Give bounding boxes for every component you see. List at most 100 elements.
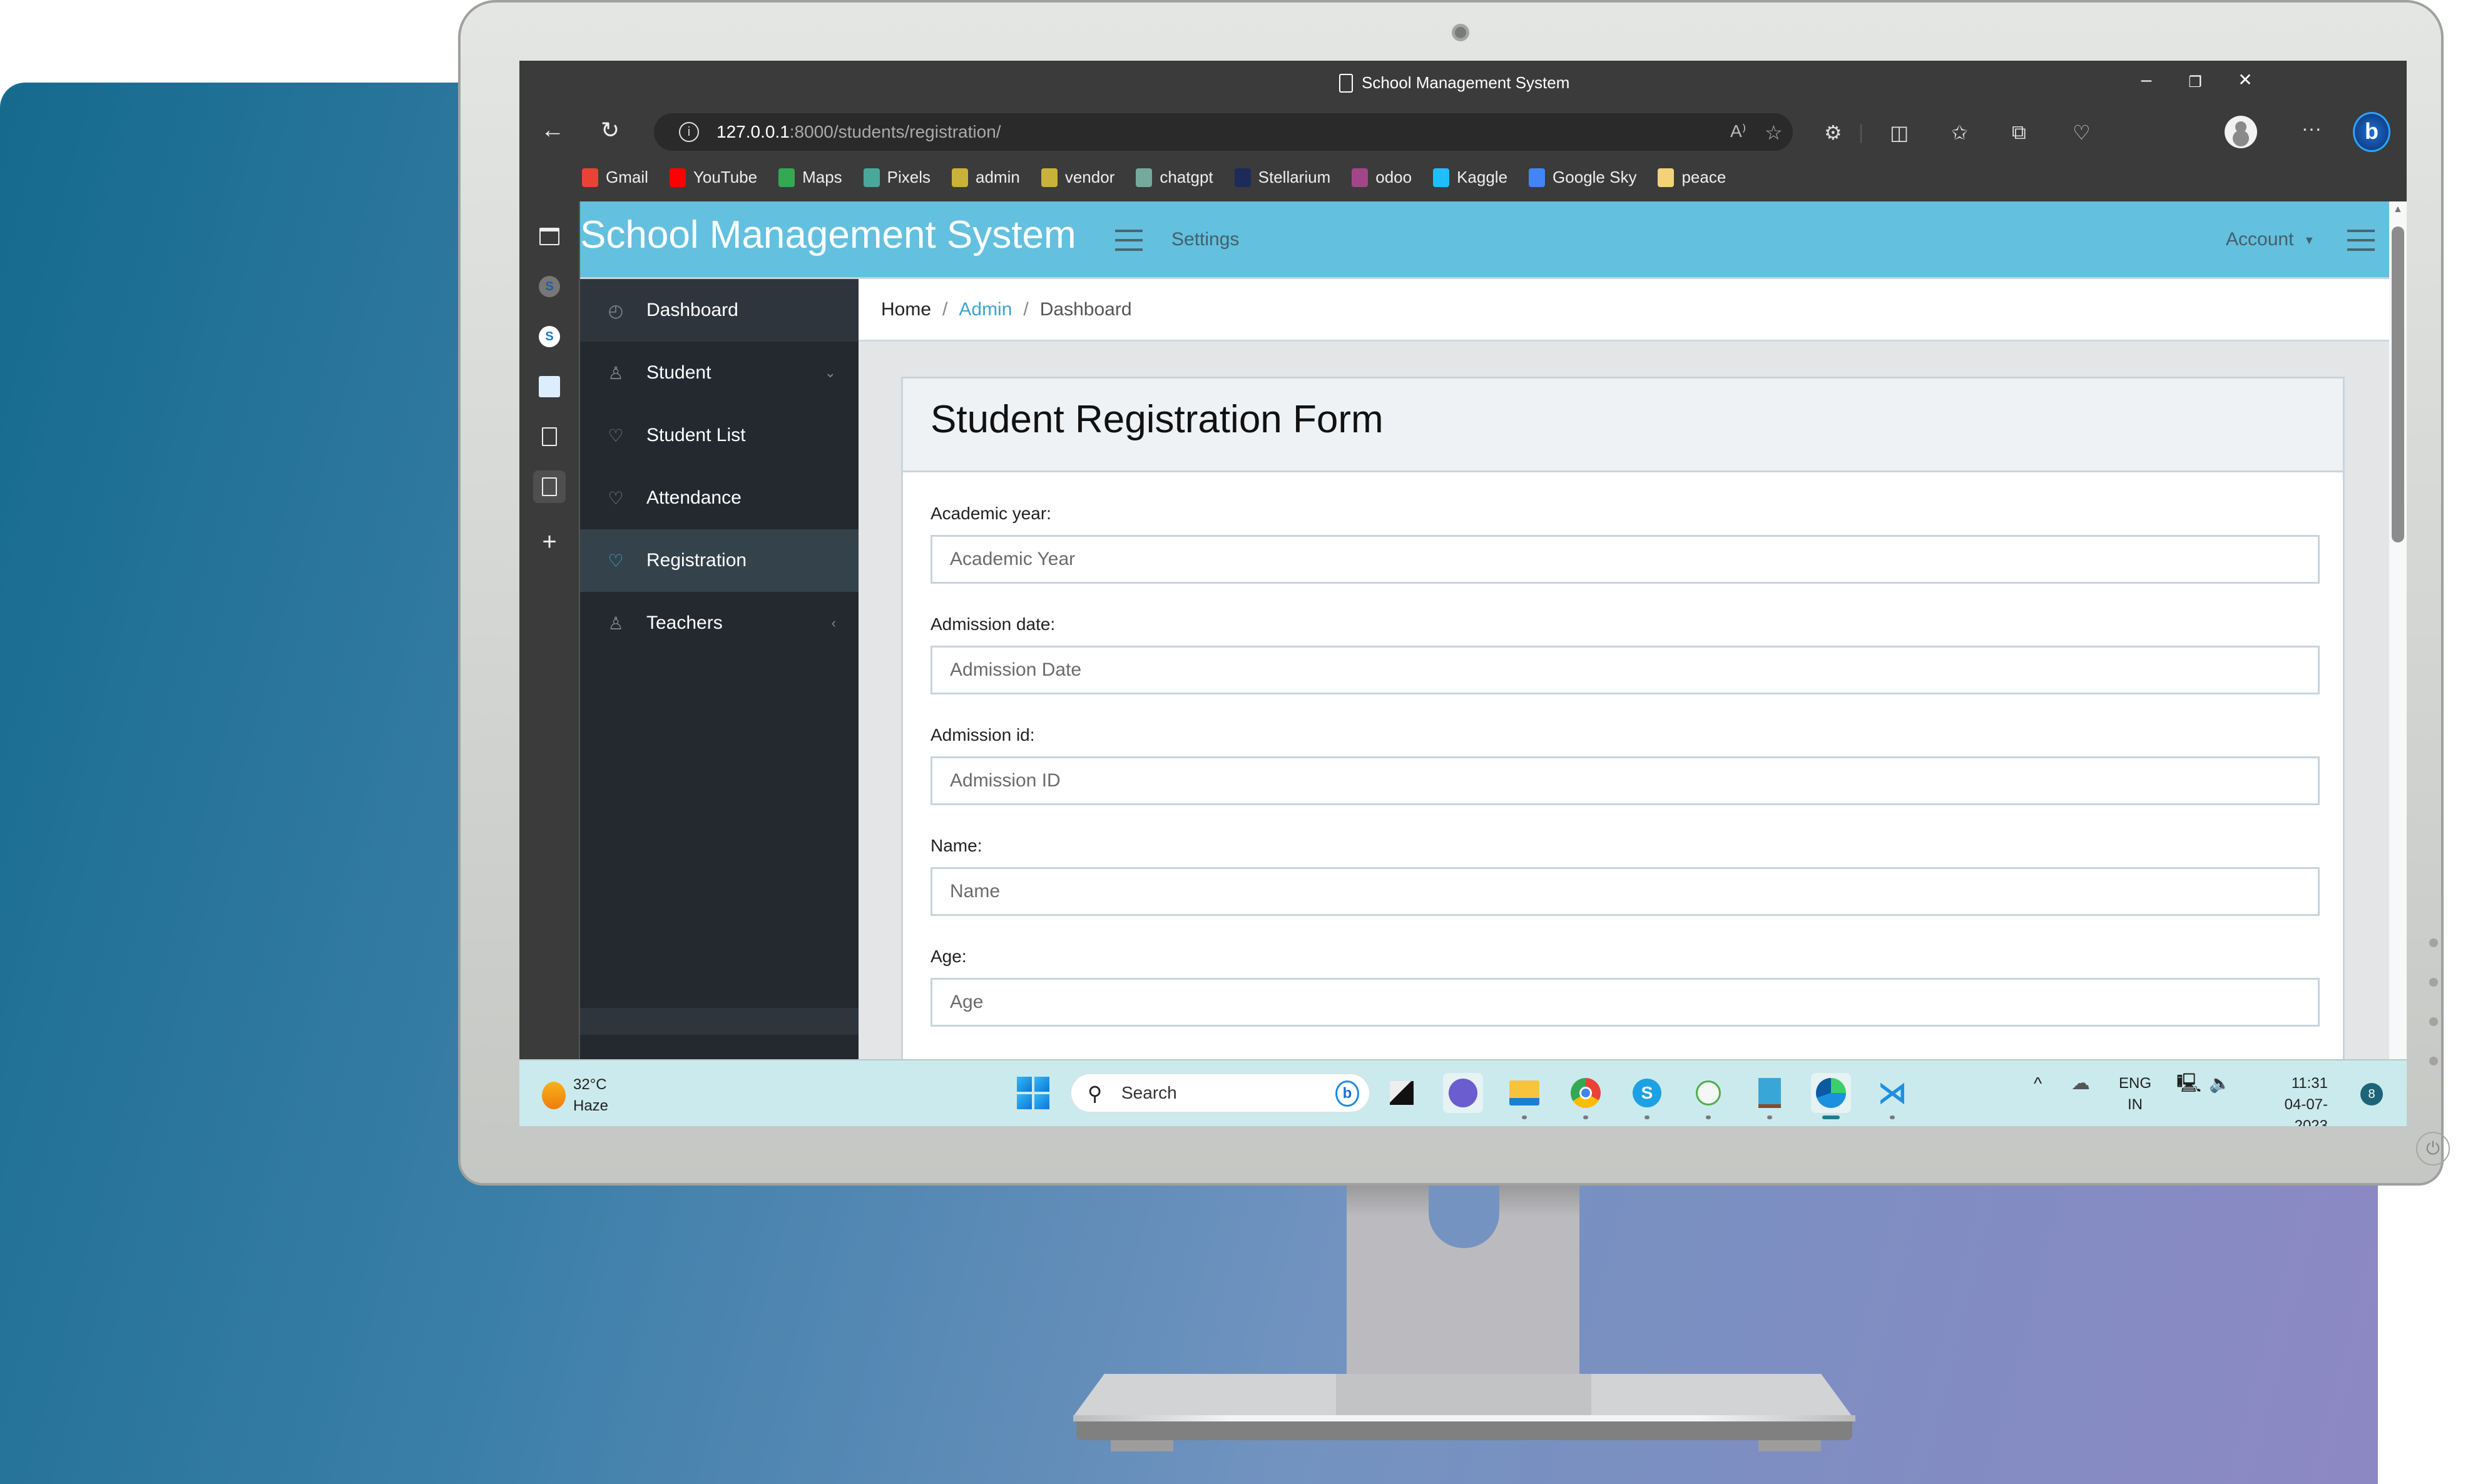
webcam-icon <box>1452 24 1469 41</box>
tab-s-site[interactable]: S <box>533 270 566 303</box>
bing-icon[interactable]: b <box>1335 1080 1359 1107</box>
settings-link[interactable]: Settings <box>1171 229 1239 250</box>
split-screen-icon[interactable]: ◫ <box>1890 121 1909 145</box>
clock-app-icon[interactable] <box>1688 1073 1728 1119</box>
weather-temp: 32°C <box>573 1076 607 1093</box>
notification-badge[interactable]: 8 <box>2360 1083 2383 1105</box>
more-icon[interactable]: ··· <box>2302 117 2322 140</box>
weather-widget[interactable]: 32°C Haze <box>542 1074 608 1117</box>
chevron-down-icon[interactable]: ⌄ <box>825 365 836 381</box>
tray-chevron-icon[interactable]: ^ <box>2034 1073 2042 1094</box>
read-aloud-icon[interactable]: A⁾ <box>1730 121 1746 141</box>
vertical-tab-strip: S S + <box>519 201 580 1120</box>
bookmark-label: vendor <box>1064 168 1115 186</box>
academic-year-input[interactable] <box>931 535 2320 584</box>
notepad-icon[interactable] <box>1750 1073 1790 1119</box>
bookmark-admin[interactable]: admin <box>952 168 1020 187</box>
bookmark-google-sky[interactable]: Google Sky <box>1529 168 1636 187</box>
tab-web-app[interactable] <box>533 370 566 403</box>
bookmark-youtube[interactable]: YouTube <box>669 168 758 187</box>
bookmark-stellarium[interactable]: Stellarium <box>1234 168 1330 187</box>
minimize-button[interactable]: – <box>2128 69 2165 91</box>
url-text[interactable]: 127.0.0.1:8000/students/registration/ <box>716 122 1001 142</box>
bookmark-gmail[interactable]: Gmail <box>582 168 648 187</box>
tab-page[interactable] <box>533 420 566 453</box>
taskbar-search[interactable]: ⚲ Search b <box>1070 1073 1370 1113</box>
s-site-icon: S <box>539 276 560 297</box>
power-icon[interactable]: ⏻ <box>2416 1132 2450 1166</box>
bookmark-pixels[interactable]: Pixels <box>863 168 931 187</box>
bookmark-kaggle[interactable]: Kaggle <box>1433 168 1507 187</box>
breadcrumb-separator: / <box>1023 298 1029 320</box>
bookmark-favicon-icon <box>778 168 795 187</box>
windows-start-icon[interactable] <box>1017 1077 1049 1109</box>
new-tab-icon[interactable]: + <box>533 526 566 558</box>
admission-date-input[interactable] <box>931 646 2320 694</box>
site-info-icon[interactable]: i <box>679 122 699 142</box>
sidebar-item-dashboard[interactable]: ◴ Dashboard <box>580 279 859 342</box>
bookmark-chatgpt[interactable]: chatgpt <box>1136 168 1213 187</box>
scrollbar-thumb[interactable] <box>2392 226 2404 542</box>
app-brand[interactable]: School Management System <box>580 213 1076 257</box>
breadcrumb-admin[interactable]: Admin <box>959 299 1012 320</box>
card-header: Student Registration Form <box>903 379 2343 472</box>
bookmark-vendor[interactable]: vendor <box>1041 168 1115 187</box>
favorite-star-icon[interactable]: ☆ <box>1765 121 1783 145</box>
tab-s-site[interactable]: S <box>533 320 566 353</box>
right-menu-icon[interactable] <box>2347 230 2375 251</box>
menu-toggle-icon[interactable] <box>1115 230 1143 251</box>
edge-icon[interactable] <box>1811 1073 1851 1119</box>
bookmark-label: Kaggle <box>1457 168 1508 186</box>
language-indicator[interactable]: ENG IN <box>2119 1073 2151 1116</box>
bookmark-peace[interactable]: peace <box>1658 168 1726 187</box>
sidebar-item-attendance[interactable]: ♡ Attendance <box>580 467 859 529</box>
bookmark-label: YouTube <box>693 168 758 186</box>
bookmark-odoo[interactable]: odoo <box>1352 168 1412 187</box>
browser-essentials-icon[interactable]: ♡ <box>2073 121 2091 145</box>
chevron-left-icon[interactable]: ‹ <box>832 615 836 631</box>
chrome-icon[interactable] <box>1566 1073 1606 1119</box>
address-bar[interactable]: i 127.0.0.1:8000/students/registration/ … <box>654 113 1793 151</box>
tab-actions-icon[interactable] <box>533 220 566 253</box>
volume-icon[interactable]: 🔈 <box>2209 1073 2231 1094</box>
web-app-icon <box>539 376 560 397</box>
onedrive-sync-icon[interactable]: ☁ <box>2071 1073 2090 1094</box>
collections-icon[interactable]: ⧉ <box>2012 121 2026 145</box>
profile-icon[interactable] <box>2225 116 2257 148</box>
teams-meet-icon[interactable] <box>1443 1073 1483 1113</box>
back-arrow-icon[interactable]: ← <box>541 117 564 144</box>
bing-copilot-icon[interactable]: b <box>2353 112 2390 152</box>
bookmark-label: peace <box>1681 168 1726 186</box>
name-input[interactable] <box>931 867 2320 916</box>
monitor-foot <box>1758 1440 1821 1451</box>
refresh-icon[interactable]: ↻ <box>601 117 620 143</box>
sidebar-item-teachers[interactable]: ♙ Teachers ‹ <box>580 592 859 654</box>
close-button[interactable]: ✕ <box>2226 69 2264 90</box>
monitor-button-dot <box>2429 1017 2438 1026</box>
scroll-up-icon[interactable]: ▲ <box>2393 204 2403 215</box>
windows-taskbar: 32°C Haze ⚲ Search b S ⋊ ^ ☁ ENG IN 🖳 🔈 11… <box>519 1059 2407 1126</box>
task-view-icon[interactable] <box>1382 1073 1422 1113</box>
age-input[interactable] <box>931 978 2320 1027</box>
sidebar-item-student-list[interactable]: ♡ Student List <box>580 404 859 467</box>
skype-icon[interactable]: S <box>1627 1073 1667 1119</box>
breadcrumb: Home / Admin / Dashboard <box>859 279 2389 342</box>
account-dropdown[interactable]: Account ▼ <box>2226 229 2315 250</box>
tab-page-active[interactable] <box>533 470 566 503</box>
file-explorer-icon[interactable] <box>1504 1073 1544 1119</box>
extensions-icon[interactable]: ⚙ <box>1824 121 1842 145</box>
admission-id-input[interactable] <box>931 756 2320 805</box>
restore-button[interactable]: ❐ <box>2176 73 2214 91</box>
sidebar-item-student[interactable]: ♙ Student ⌄ <box>580 342 859 404</box>
bookmark-maps[interactable]: Maps <box>778 168 842 187</box>
breadcrumb-home[interactable]: Home <box>881 299 931 320</box>
sidebar-item-registration[interactable]: ♡ Registration <box>580 529 859 592</box>
monitor-stand-edge <box>1073 1415 1855 1421</box>
clock[interactable]: 11:31 04-07-2023 <box>2253 1073 2328 1126</box>
bookmark-label: chatgpt <box>1160 168 1213 186</box>
window-title: School Management System <box>1339 73 1569 93</box>
favorites-icon[interactable]: ✩ <box>1951 121 1968 145</box>
vscode-icon[interactable]: ⋊ <box>1872 1073 1912 1119</box>
network-icon[interactable]: 🖳 <box>2176 1073 2201 1094</box>
page-scrollbar[interactable]: ▲ ▼ <box>2389 201 2407 1120</box>
